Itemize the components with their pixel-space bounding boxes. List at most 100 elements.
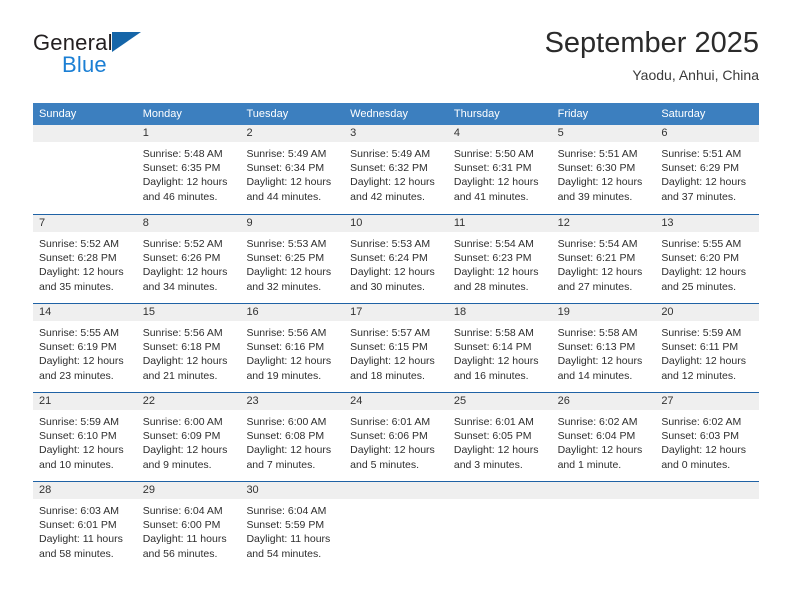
day-cell[interactable]: 30 Sunrise: 6:04 AM Sunset: 5:59 PM Dayligh… [240, 482, 345, 570]
day-detail-line: Sunset: 6:14 PM [453, 341, 532, 354]
day-cell[interactable]: 11 Sunrise: 5:54 AM Sunset: 6:23 PM Dayligh… [447, 215, 552, 303]
day-detail-line: Sunset: 6:10 PM [39, 430, 117, 443]
day-cell[interactable]: 12 Sunrise: 5:54 AM Sunset: 6:21 PM Dayligh… [551, 215, 656, 303]
day-detail-line: Daylight: 12 hours [453, 355, 539, 368]
day-detail-line: and 27 minutes. [557, 280, 633, 293]
day-detail-line: Daylight: 12 hours [350, 444, 435, 457]
day-detail-line: Sunrise: 5:51 AM [557, 148, 638, 160]
day-number: 13 [661, 217, 674, 229]
day-cell[interactable]: 5 Sunrise: 5:51 AM Sunset: 6:30 PM Daylight… [551, 125, 656, 214]
day-detail-line: Sunrise: 5:56 AM [142, 327, 223, 339]
day-detail-line: Sunrise: 6:00 AM [142, 416, 223, 428]
day-detail-line: and 14 minutes. [557, 369, 633, 382]
day-cell[interactable]: 7 Sunrise: 5:52 AM Sunset: 6:28 PM Daylight… [33, 215, 137, 303]
day-cell[interactable]: 14 Sunrise: 5:55 AM Sunset: 6:19 PM Dayligh… [33, 304, 137, 392]
day-detail: Sunrise: 6:04 AM Sunset: 6:00 PM Daylight:… [137, 499, 241, 561]
brand-logo[interactable]: General Blue [33, 30, 233, 92]
day-cell-empty [551, 482, 656, 570]
day-cell[interactable]: 22 Sunrise: 6:00 AM Sunset: 6:09 PM Dayligh… [136, 393, 241, 481]
calendar-week-row: 28 Sunrise: 6:03 AM Sunset: 6:01 PM Dayligh… [33, 481, 760, 570]
day-detail: Sunrise: 5:52 AM Sunset: 6:26 PM Daylight:… [137, 232, 241, 294]
day-number: 27 [661, 395, 674, 407]
day-detail-line: and 41 minutes. [453, 190, 529, 203]
day-cell[interactable]: 3 Sunrise: 5:49 AM Sunset: 6:32 PM Daylight… [344, 125, 448, 214]
day-cell[interactable]: 17 Sunrise: 5:57 AM Sunset: 6:15 PM Dayligh… [344, 304, 448, 392]
day-detail-line: Sunrise: 6:02 AM [661, 416, 742, 428]
day-number: 16 [246, 306, 259, 318]
day-number-band: 12 [551, 215, 656, 232]
day-detail: Sunrise: 5:49 AM Sunset: 6:34 PM Daylight:… [240, 142, 344, 204]
day-cell[interactable]: 13 Sunrise: 5:55 AM Sunset: 6:20 PM Dayligh… [655, 215, 760, 303]
day-cell[interactable]: 20 Sunrise: 5:59 AM Sunset: 6:11 PM Dayligh… [655, 304, 760, 392]
day-cell[interactable]: 19 Sunrise: 5:58 AM Sunset: 6:13 PM Dayligh… [551, 304, 656, 392]
day-detail-line: Daylight: 12 hours [453, 176, 539, 189]
weekday-header-wednesday: Wednesday [350, 108, 409, 120]
day-detail: Sunrise: 5:53 AM Sunset: 6:25 PM Daylight:… [240, 232, 344, 294]
day-number: 24 [350, 395, 363, 407]
day-detail-line: Daylight: 12 hours [557, 266, 643, 279]
day-detail-line: Sunset: 6:04 PM [557, 430, 636, 443]
day-detail-line: Sunrise: 5:54 AM [557, 238, 638, 250]
day-detail-line: Daylight: 12 hours [350, 355, 435, 368]
day-detail-line: and 18 minutes. [350, 369, 425, 382]
day-cell[interactable]: 4 Sunrise: 5:50 AM Sunset: 6:31 PM Daylight… [447, 125, 552, 214]
day-detail-line: Sunrise: 5:49 AM [350, 148, 431, 160]
day-detail-line: and 9 minutes. [142, 458, 212, 471]
day-detail: Sunrise: 5:55 AM Sunset: 6:20 PM Daylight:… [655, 232, 759, 294]
day-number: 6 [661, 127, 668, 139]
day-number-band: 25 [447, 393, 552, 410]
day-detail-line: Daylight: 12 hours [350, 176, 435, 189]
day-cell[interactable]: 15 Sunrise: 5:56 AM Sunset: 6:18 PM Dayligh… [136, 304, 241, 392]
day-cell[interactable]: 2 Sunrise: 5:49 AM Sunset: 6:34 PM Daylight… [240, 125, 345, 214]
day-detail: Sunrise: 5:54 AM Sunset: 6:23 PM Daylight:… [448, 232, 552, 294]
day-detail-line: and 10 minutes. [39, 458, 114, 471]
day-cell-empty [33, 125, 137, 214]
day-detail-line: Sunset: 6:13 PM [557, 341, 636, 354]
day-detail-line: Sunrise: 6:04 AM [142, 505, 223, 517]
day-detail: Sunrise: 5:51 AM Sunset: 6:30 PM Daylight:… [552, 142, 656, 204]
day-cell-empty [344, 482, 448, 570]
day-number: 7 [39, 217, 46, 229]
day-detail-line: and 34 minutes. [142, 280, 218, 293]
day-cell[interactable]: 21 Sunrise: 5:59 AM Sunset: 6:10 PM Dayligh… [33, 393, 137, 481]
day-cell[interactable]: 9 Sunrise: 5:53 AM Sunset: 6:25 PM Daylight… [240, 215, 345, 303]
day-cell[interactable]: 23 Sunrise: 6:00 AM Sunset: 6:08 PM Dayligh… [240, 393, 345, 481]
day-number: 5 [557, 127, 564, 139]
day-number-band: 17 [344, 304, 448, 321]
day-detail-line: Daylight: 12 hours [142, 266, 228, 279]
calendar-page: General Blue September 2025 Yaodu, Anhui… [0, 0, 792, 612]
day-detail: Sunrise: 5:50 AM Sunset: 6:31 PM Daylight:… [448, 142, 552, 204]
day-number: 30 [246, 484, 259, 496]
day-detail-line: Daylight: 12 hours [142, 444, 228, 457]
day-number: 28 [39, 484, 52, 496]
day-detail-line: Sunrise: 5:52 AM [39, 238, 119, 250]
day-detail-line: Daylight: 12 hours [661, 355, 746, 368]
day-cell[interactable]: 1 Sunrise: 5:48 AM Sunset: 6:35 PM Daylight… [136, 125, 241, 214]
day-number: 29 [142, 484, 155, 496]
day-number-band: 30 [240, 482, 345, 499]
calendar-week-row: 21 Sunrise: 5:59 AM Sunset: 6:10 PM Dayligh… [33, 392, 760, 481]
day-detail-line: Sunset: 6:35 PM [142, 162, 221, 175]
day-cell[interactable]: 28 Sunrise: 6:03 AM Sunset: 6:01 PM Dayligh… [33, 482, 137, 570]
day-cell[interactable]: 16 Sunrise: 5:56 AM Sunset: 6:16 PM Dayligh… [240, 304, 345, 392]
day-detail-line: Daylight: 12 hours [39, 355, 124, 368]
day-cell[interactable]: 29 Sunrise: 6:04 AM Sunset: 6:00 PM Dayligh… [136, 482, 241, 570]
day-cell[interactable]: 26 Sunrise: 6:02 AM Sunset: 6:04 PM Dayligh… [551, 393, 656, 481]
day-cell[interactable]: 6 Sunrise: 5:51 AM Sunset: 6:29 PM Daylight… [655, 125, 760, 214]
day-cell[interactable]: 25 Sunrise: 6:01 AM Sunset: 6:05 PM Dayligh… [447, 393, 552, 481]
page-subtitle: Yaodu, Anhui, China [632, 67, 759, 83]
day-detail-line: Sunset: 6:06 PM [350, 430, 428, 443]
day-cell[interactable]: 27 Sunrise: 6:02 AM Sunset: 6:03 PM Dayligh… [655, 393, 760, 481]
day-cell[interactable]: 8 Sunrise: 5:52 AM Sunset: 6:26 PM Daylight… [136, 215, 241, 303]
day-number: 11 [453, 217, 466, 229]
title-block: September 2025 Yaodu, Anhui, China [545, 26, 759, 85]
day-cell-empty [655, 482, 760, 570]
day-detail-line: Sunset: 6:21 PM [557, 252, 636, 265]
day-detail-line: and 35 minutes. [39, 280, 114, 293]
day-cell[interactable]: 10 Sunrise: 5:53 AM Sunset: 6:24 PM Dayligh… [344, 215, 448, 303]
day-cell[interactable]: 18 Sunrise: 5:58 AM Sunset: 6:14 PM Dayligh… [447, 304, 552, 392]
day-detail-line: and 54 minutes. [246, 547, 322, 560]
day-detail-line: Sunset: 6:15 PM [350, 341, 428, 354]
day-number: 22 [142, 395, 155, 407]
day-cell[interactable]: 24 Sunrise: 6:01 AM Sunset: 6:06 PM Dayligh… [344, 393, 448, 481]
